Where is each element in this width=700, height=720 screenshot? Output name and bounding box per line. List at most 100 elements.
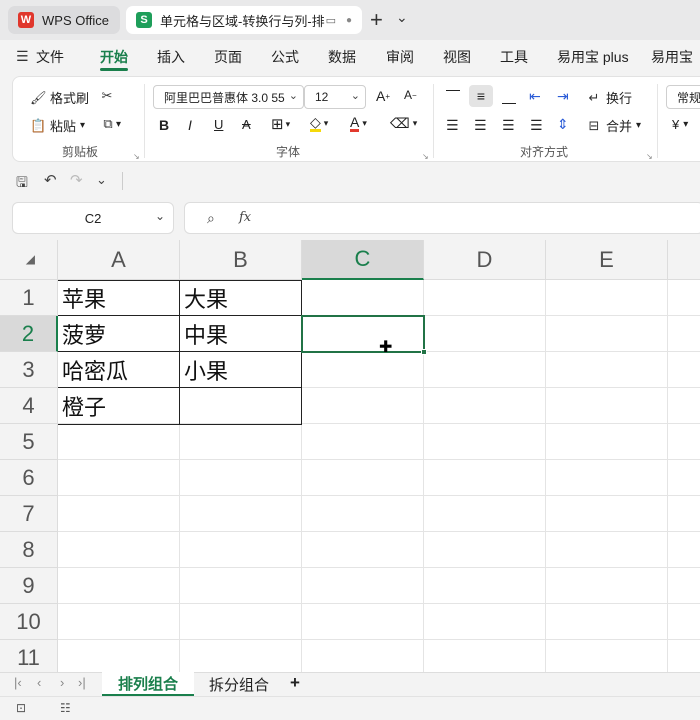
decrease-indent-icon[interactable]: ⇤ [529,88,541,105]
name-box[interactable]: C2 ⌄ [12,202,174,234]
tab-wps-label: WPS Office [42,12,109,28]
font-size-select[interactable]: 12 ⌄ [304,85,366,109]
cell-a1[interactable]: 苹果 [58,280,179,316]
sheet-tab-active[interactable]: 排列组合 [102,672,194,696]
menu-tools[interactable]: 工具 [500,47,528,67]
currency-button[interactable]: ¥ ▾ [672,117,688,132]
align-middle-icon[interactable]: ≡ [469,85,493,107]
menu-file[interactable]: 文件 [36,47,64,67]
number-format-select[interactable]: 常规 [666,85,700,109]
menu-review[interactable]: 审阅 [386,47,414,67]
column-header-a[interactable]: A [58,240,180,280]
paste-button[interactable]: 📋 粘贴 ▾ [30,116,85,135]
zoom-search-icon[interactable]: ⌕ [207,210,215,227]
menu-easy-plus[interactable]: 易用宝 plus [557,47,629,67]
copy-button[interactable]: ⧉ ▾ [100,116,121,132]
increase-indent-icon[interactable]: ⇥ [557,88,569,105]
row-header-5[interactable]: 5 [0,424,58,460]
formula-input[interactable]: ⌕ fx [184,202,700,234]
row-header-1[interactable]: 1 [0,280,58,316]
row-header-8[interactable]: 8 [0,532,58,568]
align-right-icon[interactable]: ☰ [502,117,515,134]
last-sheet-icon[interactable]: ›| [78,675,86,690]
font-launcher-icon[interactable]: ↘ [422,152,429,161]
strikethrough-icon[interactable]: A [242,117,251,132]
cell-b3[interactable]: 小果 [180,352,301,388]
align-center-icon[interactable]: ☰ [474,117,487,134]
font-name-select[interactable]: 阿里巴巴普惠体 3.0 55 ⌄ [153,85,304,109]
customize-dropdown-icon[interactable]: ⌄ [96,172,107,188]
italic-icon[interactable]: I [188,117,192,133]
select-all-corner[interactable]: ◢ [0,240,58,280]
clipboard-launcher-icon[interactable]: ↘ [133,152,140,161]
hamburger-menu-icon[interactable]: ☰ [16,48,29,65]
row-header-11[interactable]: 11 [0,640,58,672]
font-color-icon[interactable]: A ▾ [350,115,367,132]
row-header-10[interactable]: 10 [0,604,58,640]
borders-icon[interactable]: ⊞ ▾ [271,115,290,133]
row-header-7[interactable]: 7 [0,496,58,532]
tab-list-dropdown-icon[interactable]: ⌄ [396,9,408,26]
redo-icon[interactable]: ↷ [70,171,83,189]
increase-font-icon[interactable]: A + [376,88,390,104]
new-tab-button[interactable]: + [370,7,383,33]
wrap-text-button[interactable]: ↵ 换行 [586,88,632,107]
row-header-6[interactable]: 6 [0,460,58,496]
page-layout-icon[interactable]: ☷ [60,701,71,715]
menu-formula[interactable]: 公式 [271,47,299,67]
first-sheet-icon[interactable]: |‹ [14,675,22,690]
prev-sheet-icon[interactable]: ‹ [37,675,41,690]
cell-a3[interactable]: 哈密瓜 [58,352,179,388]
decrease-font-icon[interactable]: A − [404,88,417,102]
scissors-icon[interactable]: ✂ [99,88,115,104]
chevron-down-icon[interactable]: ⌄ [155,209,165,223]
format-painter-button[interactable]: 🖌 格式刷 [30,88,89,107]
column-header-d[interactable]: D [424,240,546,280]
align-left-icon[interactable]: ☰ [446,117,459,134]
sheet-tab[interactable]: 拆分组合 [196,672,282,696]
column-header-e[interactable]: E [546,240,668,280]
column-header-c[interactable]: C [302,240,424,280]
add-sheet-button[interactable]: + [290,673,300,693]
justify-icon[interactable]: ☰ [530,117,543,134]
cell-b4[interactable] [180,388,301,424]
menu-easy[interactable]: 易用宝 [651,47,693,67]
underline-icon[interactable]: U [214,117,223,132]
align-launcher-icon[interactable]: ↘ [646,152,653,161]
column-header-f[interactable] [668,240,700,280]
selected-cell-c2[interactable] [301,315,425,353]
save-icon[interactable]: 🖫 [16,172,28,196]
cell-b1[interactable]: 大果 [180,280,301,316]
fill-handle[interactable] [421,349,427,355]
align-top-icon[interactable]: ⎺ [446,88,460,105]
row-header-9[interactable]: 9 [0,568,58,604]
row-header-3[interactable]: 3 [0,352,58,388]
menu-page[interactable]: 页面 [214,47,242,67]
undo-icon[interactable]: ↶ [44,171,57,189]
menu-data[interactable]: 数据 [328,47,356,67]
clear-format-icon[interactable]: ⌫ ▾ [390,115,417,132]
bold-icon[interactable]: B [159,117,169,133]
fx-icon[interactable]: fx [239,210,251,225]
fill-color-icon[interactable]: ◇ ▾ [310,115,328,132]
cell-a2[interactable]: 菠萝 [58,316,179,352]
macro-icon[interactable]: ⊡ [16,701,26,715]
spreadsheet-grid[interactable]: ◢ A B C D E 1 2 3 4 5 6 7 8 9 10 11 苹果 大… [0,240,700,672]
tab-wps-office[interactable]: W WPS Office [8,6,120,34]
unsaved-dot-icon[interactable]: ● [346,15,352,26]
distribute-icon[interactable]: ⇕ [557,116,569,133]
cell-a4[interactable]: 橙子 [58,388,179,424]
row-header-4[interactable]: 4 [0,388,58,424]
window-icon[interactable]: ▭ [326,14,336,27]
cell-b2[interactable]: 中果 [180,316,301,352]
row-header-2[interactable]: 2 [0,316,58,352]
title-bar: W WPS Office S 单元格与区域-转换行与列-排 ▭ ● + ⌄ [0,0,700,40]
next-sheet-icon[interactable]: › [60,675,64,690]
column-header-b[interactable]: B [180,240,302,280]
menu-home[interactable]: 开始 [100,47,128,67]
menu-insert[interactable]: 插入 [157,47,185,67]
tab-document[interactable]: S 单元格与区域-转换行与列-排 ▭ ● [126,6,362,34]
merge-button[interactable]: ⊟ 合并 ▾ [586,116,642,135]
align-bottom-icon[interactable]: ⎽ [502,88,516,105]
menu-view[interactable]: 视图 [443,47,471,67]
